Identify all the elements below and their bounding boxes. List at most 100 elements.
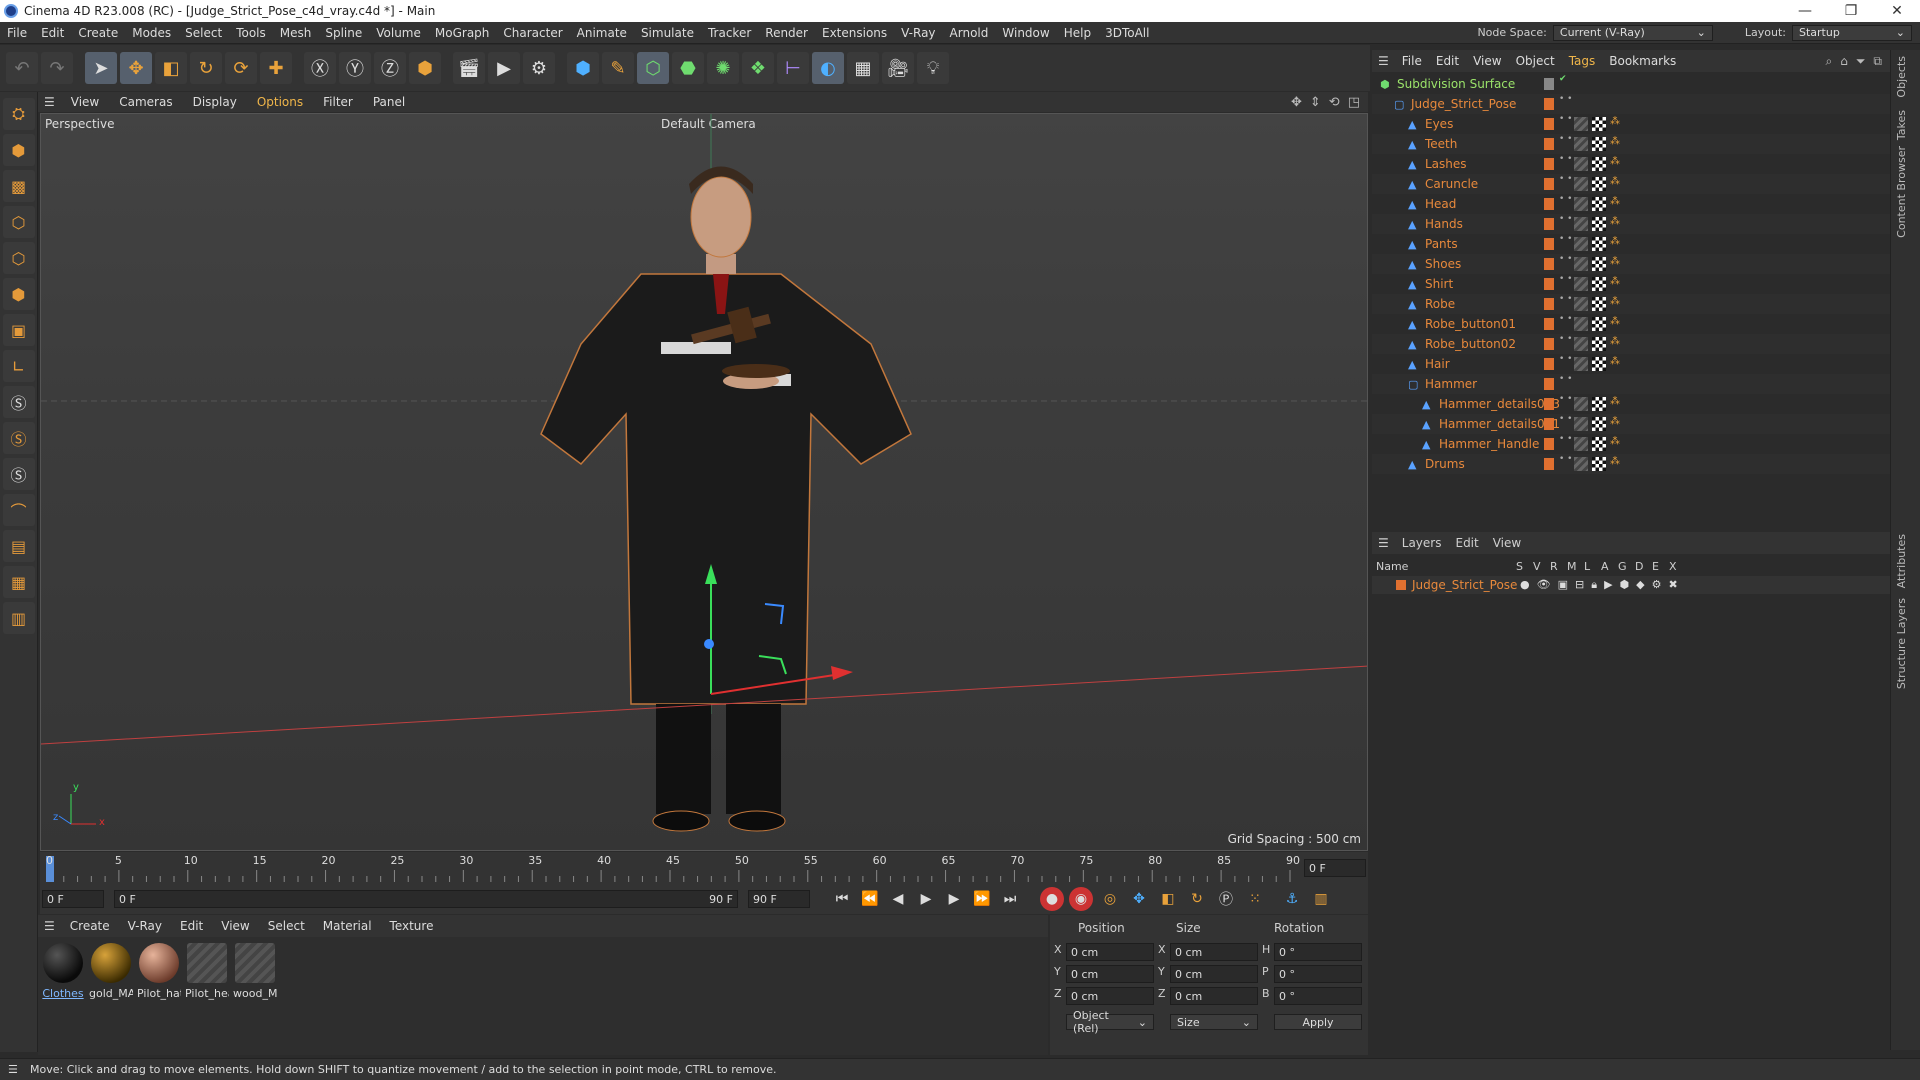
timeline-button[interactable]: ▥ bbox=[1309, 887, 1333, 911]
phong-tag-icon[interactable]: ⁂ bbox=[1610, 276, 1620, 287]
lock-workplane-button[interactable]: ▥ bbox=[2, 602, 35, 634]
xref-flag-icon[interactable]: ✖ bbox=[1668, 578, 1677, 592]
hamburger-icon[interactable]: ☰ bbox=[8, 1063, 18, 1076]
vray-tag-icon[interactable] bbox=[1592, 157, 1606, 171]
menu-3dtoall[interactable]: 3DToAll bbox=[1098, 26, 1156, 40]
tab-objects[interactable]: Objects bbox=[1895, 56, 1908, 98]
menu-select[interactable]: Select bbox=[178, 26, 229, 40]
timeline-ruler[interactable]: 0 5 10 15 20 25 30 35 40 45 50 55 60 65 70 75 80 85 90 0 F bbox=[40, 852, 1368, 884]
phong-tag-icon[interactable]: ⁂ bbox=[1610, 396, 1620, 407]
object-row[interactable]: ▲ Hands • • ⁂ bbox=[1372, 214, 1890, 234]
auto-key-button[interactable]: ◉ bbox=[1069, 887, 1093, 911]
key-position-button[interactable]: ✥ bbox=[1127, 887, 1151, 911]
x-axis-button[interactable]: Ⓧ bbox=[304, 52, 336, 84]
layer-color-icon[interactable] bbox=[1544, 398, 1554, 410]
add-object-button[interactable]: ✚ bbox=[260, 52, 292, 84]
visibility-toggle-icon[interactable]: • • bbox=[1559, 175, 1572, 184]
play-button[interactable]: ▶ bbox=[914, 887, 938, 911]
tab-content-browser[interactable]: Content Browser bbox=[1895, 146, 1908, 238]
menu-help[interactable]: Help bbox=[1057, 26, 1098, 40]
vray-tag-icon[interactable] bbox=[1592, 457, 1606, 471]
visibility-toggle-icon[interactable]: ✔ bbox=[1559, 75, 1567, 84]
visibility-toggle-icon[interactable]: • • bbox=[1559, 315, 1572, 324]
object-menu-file[interactable]: File bbox=[1395, 54, 1429, 68]
scale-tool-button[interactable]: ◧ bbox=[155, 52, 187, 84]
environment-button[interactable]: ◐ bbox=[812, 52, 844, 84]
phong-tag-icon[interactable]: ⁂ bbox=[1610, 256, 1620, 267]
render-view-button[interactable]: ▶ bbox=[488, 52, 520, 84]
phong-tag-icon[interactable]: ⁂ bbox=[1610, 336, 1620, 347]
size-field[interactable]: 0 cm bbox=[1170, 943, 1258, 961]
menu-simulate[interactable]: Simulate bbox=[634, 26, 701, 40]
render-flag-icon[interactable]: ▣ bbox=[1558, 578, 1568, 592]
lock-flag-icon[interactable]: 🔒︎ bbox=[1591, 578, 1597, 592]
visibility-toggle-icon[interactable]: • • bbox=[1559, 355, 1572, 364]
layer-color-icon[interactable] bbox=[1544, 78, 1554, 90]
object-menu-edit[interactable]: Edit bbox=[1429, 54, 1466, 68]
object-row[interactable]: ▲ Teeth • • ⁂ bbox=[1372, 134, 1890, 154]
move-tool-button[interactable]: ✥ bbox=[120, 52, 152, 84]
material-menu-vray[interactable]: V-Ray bbox=[119, 919, 171, 933]
tab-structure[interactable]: Structure bbox=[1895, 638, 1908, 689]
undo-button[interactable]: ↶ bbox=[6, 52, 38, 84]
menu-modes[interactable]: Modes bbox=[125, 26, 178, 40]
viewport-menu-panel[interactable]: Panel bbox=[363, 95, 415, 109]
visibility-toggle-icon[interactable]: • • bbox=[1559, 295, 1572, 304]
object-row[interactable]: ⬢ Subdivision Surface ✔ bbox=[1372, 74, 1890, 94]
material-tag-icon[interactable] bbox=[1574, 137, 1588, 151]
layer-color-icon[interactable] bbox=[1544, 238, 1554, 250]
viewport-menu-cameras[interactable]: Cameras bbox=[109, 95, 182, 109]
solo-flag-icon[interactable]: ● bbox=[1520, 578, 1530, 592]
tab-attributes[interactable]: Attributes bbox=[1895, 534, 1908, 588]
menu-mesh[interactable]: Mesh bbox=[273, 26, 319, 40]
restore-icon[interactable]: ❐ bbox=[1828, 3, 1874, 19]
position-field[interactable]: 0 cm bbox=[1066, 987, 1154, 1005]
object-row[interactable]: ▲ Lashes • • ⁂ bbox=[1372, 154, 1890, 174]
material-tag-icon[interactable] bbox=[1574, 417, 1588, 431]
visibility-toggle-icon[interactable]: • • bbox=[1559, 435, 1572, 444]
layer-color-icon[interactable] bbox=[1544, 138, 1554, 150]
subdivision-button[interactable]: ⬡ bbox=[637, 52, 669, 84]
viewport-menu-display[interactable]: Display bbox=[183, 95, 247, 109]
layer-color-icon[interactable] bbox=[1544, 458, 1554, 470]
visibility-toggle-icon[interactable]: • • bbox=[1559, 195, 1572, 204]
hamburger-icon[interactable]: ☰ bbox=[38, 919, 61, 933]
solo-single-button[interactable]: Ⓢ bbox=[2, 422, 35, 454]
menu-file[interactable]: File bbox=[0, 26, 34, 40]
spline-button[interactable]: ✎ bbox=[602, 52, 634, 84]
rotation-field[interactable]: 0 ° bbox=[1274, 965, 1362, 983]
solo-off-button[interactable]: Ⓢ bbox=[2, 386, 35, 418]
material-tag-icon[interactable] bbox=[1574, 317, 1588, 331]
visibility-toggle-icon[interactable]: • • bbox=[1559, 415, 1572, 424]
axis-mode-button[interactable]: ∟ bbox=[2, 350, 35, 382]
snap-button[interactable]: ⌒ bbox=[2, 494, 35, 526]
material-tag-icon[interactable] bbox=[1574, 177, 1588, 191]
key-rotation-button[interactable]: ↻ bbox=[1185, 887, 1209, 911]
material-swatch[interactable]: Clothes bbox=[42, 943, 84, 1049]
menu-character[interactable]: Character bbox=[496, 26, 569, 40]
menu-window[interactable]: Window bbox=[995, 26, 1056, 40]
viewport-3d[interactable]: Perspective Default Camera y x z Grid Sp… bbox=[40, 113, 1368, 851]
phong-tag-icon[interactable]: ⁂ bbox=[1610, 136, 1620, 147]
material-tag-icon[interactable] bbox=[1574, 397, 1588, 411]
pan-view-icon[interactable]: ✥ bbox=[1291, 95, 1302, 110]
position-field[interactable]: 0 cm bbox=[1066, 965, 1154, 983]
object-row[interactable]: ▲ Drums • • ⁂ bbox=[1372, 454, 1890, 474]
prev-key-button[interactable]: ⏪ bbox=[858, 887, 882, 911]
layer-color-icon[interactable] bbox=[1544, 438, 1554, 450]
layer-color-icon[interactable] bbox=[1544, 158, 1554, 170]
vray-tag-icon[interactable] bbox=[1592, 297, 1606, 311]
vray-tag-icon[interactable] bbox=[1592, 237, 1606, 251]
hamburger-icon[interactable]: ☰ bbox=[1372, 536, 1395, 550]
phong-tag-icon[interactable]: ⁂ bbox=[1610, 436, 1620, 447]
vray-tag-icon[interactable] bbox=[1592, 117, 1606, 131]
material-tag-icon[interactable] bbox=[1574, 217, 1588, 231]
material-tag-icon[interactable] bbox=[1574, 357, 1588, 371]
material-tag-icon[interactable] bbox=[1574, 277, 1588, 291]
object-row[interactable]: ▢ Judge_Strict_Pose • • bbox=[1372, 94, 1890, 114]
size-mode-dropdown[interactable]: Size ⌄ bbox=[1170, 1014, 1258, 1030]
end-frame-field[interactable]: 90 F bbox=[748, 890, 810, 908]
layer-color-icon[interactable] bbox=[1544, 98, 1554, 110]
phong-tag-icon[interactable]: ⁂ bbox=[1610, 176, 1620, 187]
visibility-toggle-icon[interactable]: • • bbox=[1559, 95, 1572, 104]
